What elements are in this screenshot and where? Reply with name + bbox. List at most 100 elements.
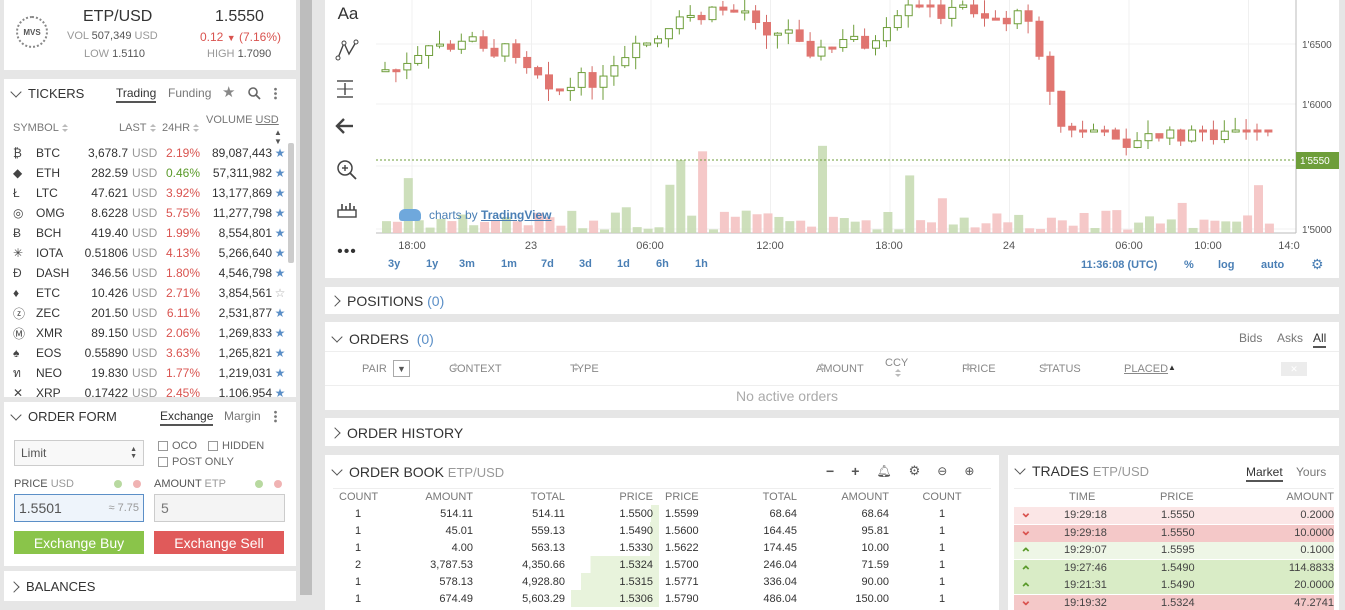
ticker-row[interactable]: Ⓜ XMR 89.150 USD 2.06% 1,269,833 ★ [4, 323, 288, 343]
col-last[interactable]: LAST [119, 122, 156, 134]
ticker-row[interactable]: Đ DASH 346.56 USD 1.80% 4,546,798 ★ [4, 263, 288, 283]
tickers-scrollbar[interactable] [288, 143, 294, 263]
range-button-6h[interactable]: 6h [656, 258, 695, 270]
settings-gear-icon[interactable]: ⚙ [1311, 256, 1324, 273]
tab-funding[interactable]: Funding [168, 86, 211, 100]
ticker-row[interactable]: ⓩ ZEC 201.50 USD 6.11% 2,531,877 ★ [4, 303, 288, 323]
back-arrow-icon[interactable] [333, 114, 357, 138]
collapse-icon[interactable] [10, 85, 22, 98]
measure-tool-icon[interactable] [333, 77, 357, 101]
increase-precision-icon[interactable]: + [851, 463, 859, 479]
favorite-star-icon[interactable]: ★ [275, 186, 286, 200]
filter-icon[interactable]: ▼ [393, 360, 410, 377]
zoom-out-icon[interactable]: ⊖ [937, 464, 947, 478]
favorite-star-icon[interactable]: ★ [275, 386, 286, 397]
hidden-option[interactable]: HIDDEN [208, 440, 264, 452]
favorite-star-icon[interactable]: ★ [275, 326, 286, 340]
range-button-3y[interactable]: 3y [388, 258, 426, 270]
ticker-row[interactable]: ◎ OMG 8.6228 USD 5.75% 11,277,798 ★ [4, 203, 288, 223]
ask-row[interactable]: 1.5771 336.04 90.00 1 [659, 573, 989, 590]
ask-row[interactable]: 1.5622 174.45 10.00 1 [659, 539, 989, 556]
ticker-row[interactable]: Ƀ BCH 419.40 USD 1.99% 8,554,801 ★ [4, 223, 288, 243]
ticker-row[interactable]: ◆ ETH 282.59 USD 0.46% 57,311,982 ★ [4, 163, 288, 183]
pattern-tool-icon[interactable] [335, 38, 359, 62]
favorite-star-icon[interactable]: ★ [275, 206, 286, 220]
more-menu-icon[interactable] [274, 410, 277, 423]
range-button-1h[interactable]: 1h [695, 258, 715, 270]
search-icon[interactable] [248, 87, 261, 100]
positions-panel[interactable]: POSITIONS (0) [325, 287, 1339, 314]
post-only-option[interactable]: POST ONLY [158, 456, 234, 468]
bid-row[interactable]: 1 514.11 514.11 1.5500 [333, 505, 659, 522]
ticker-row[interactable]: ♠ EOS 0.55890 USD 3.63% 1,265,821 ★ [4, 343, 288, 363]
more-tools-icon[interactable]: ••• [335, 240, 359, 264]
ticker-row[interactable]: ✕ XRP 0.17422 USD 2.45% 1,106,954 ★ [4, 383, 288, 397]
ticker-row[interactable]: ₿ BTC 3,678.7 USD 2.19% 89,087,443 ★ [4, 143, 288, 163]
bid-row[interactable]: 1 674.49 5,603.29 1.5306 [333, 590, 659, 607]
favorite-star-icon[interactable]: ★ [275, 246, 286, 260]
text-tool-icon[interactable]: Aa [333, 2, 363, 26]
range-button-7d[interactable]: 7d [541, 258, 579, 270]
bid-row[interactable]: 1 4.00 563.13 1.5330 [333, 539, 659, 556]
ask-row[interactable]: 1.5600 164.45 95.81 1 [659, 522, 989, 539]
zoom-in-icon[interactable]: ⊕ [964, 464, 974, 478]
bid-row[interactable]: 1 45.01 559.13 1.5490 [333, 522, 659, 539]
col-24hr[interactable]: 24HR [162, 122, 200, 134]
favorite-star-icon[interactable]: ★ [275, 226, 286, 240]
oco-option[interactable]: OCO [158, 440, 197, 452]
range-button-1y[interactable]: 1y [426, 258, 459, 270]
favorite-star-icon[interactable]: ★ [275, 166, 286, 180]
expand-icon[interactable] [329, 295, 341, 307]
bell-icon[interactable]: 🔔︎ [876, 464, 891, 478]
exchange-sell-button[interactable]: Exchange Sell [154, 531, 284, 554]
percent-toggle[interactable]: % [1184, 259, 1194, 271]
ticker-row[interactable]: Ł LTC 47.621 USD 3.92% 13,177,869 ★ [4, 183, 288, 203]
range-button-1m[interactable]: 1m [501, 258, 541, 270]
log-toggle[interactable]: log [1218, 259, 1235, 271]
ticker-row[interactable]: ✳ IOTA 0.51806 USD 4.13% 5,266,640 ★ [4, 243, 288, 263]
oco-checkbox[interactable] [158, 441, 168, 452]
ask-row[interactable]: 1.5790 486.04 150.00 1 [659, 590, 989, 607]
bid-row[interactable]: 2 3,787.53 4,350.66 1.5324 [333, 556, 659, 573]
hidden-checkbox[interactable] [208, 441, 218, 452]
tab-all[interactable]: All [1313, 331, 1327, 348]
favorite-star-icon[interactable]: ★ [275, 306, 286, 320]
orders-header[interactable]: ORDERS (0) [331, 331, 434, 347]
col-volume[interactable]: VOLUME USD [206, 114, 279, 126]
ruler-icon[interactable] [335, 198, 359, 222]
star-icon[interactable]: ★ [222, 83, 235, 101]
favorite-star-icon[interactable]: ☆ [275, 286, 286, 300]
favorite-star-icon[interactable]: ★ [275, 346, 286, 360]
auto-toggle[interactable]: auto [1261, 259, 1284, 271]
order-form-header[interactable]: ORDER FORM [10, 408, 117, 424]
zoom-in-icon[interactable] [335, 158, 359, 182]
tab-margin[interactable]: Margin [224, 409, 261, 423]
price-chart[interactable]: 1'6500 1'6000 1'5000 18:00 23 06:00 12:00 18:00… [376, 0, 1339, 278]
expand-icon[interactable] [329, 427, 341, 439]
exchange-buy-button[interactable]: Exchange Buy [14, 531, 144, 554]
trades-header[interactable]: TRADES ETP/USD [1014, 463, 1149, 479]
order-history-panel[interactable]: ORDER HISTORY [325, 418, 1339, 446]
collapse-icon[interactable] [10, 408, 22, 421]
tickers-header[interactable]: TICKERS [10, 85, 84, 101]
tab-bids[interactable]: Bids [1239, 331, 1262, 345]
amount-input[interactable]: 5 [154, 494, 285, 522]
favorite-star-icon[interactable]: ★ [275, 366, 286, 380]
tradingview-watermark[interactable]: charts by TradingView [399, 208, 552, 222]
collapse-icon[interactable] [331, 331, 343, 343]
page-scrollbar[interactable] [300, 0, 312, 595]
more-menu-icon[interactable] [274, 87, 277, 100]
col-symbol[interactable]: SYMBOL [13, 122, 68, 134]
tab-yours[interactable]: Yours [1296, 465, 1326, 479]
price-input[interactable]: 1.5501 ≈ 7.75 [14, 494, 144, 522]
ask-row[interactable]: 1.5700 246.04 71.59 1 [659, 556, 989, 573]
ask-row[interactable]: 1.5599 68.64 68.64 1 [659, 505, 989, 522]
range-button-3d[interactable]: 3d [579, 258, 617, 270]
col-placed[interactable]: PLACED ▲ [1124, 363, 1176, 375]
tab-asks[interactable]: Asks [1277, 331, 1303, 345]
cancel-all-button[interactable]: ✕ [1281, 362, 1307, 376]
expand-icon[interactable] [8, 580, 20, 593]
ticker-row[interactable]: ท NEO 19.830 USD 1.77% 1,219,031 ★ [4, 363, 288, 383]
tab-trading[interactable]: Trading [116, 86, 157, 103]
post-only-checkbox[interactable] [158, 457, 168, 468]
